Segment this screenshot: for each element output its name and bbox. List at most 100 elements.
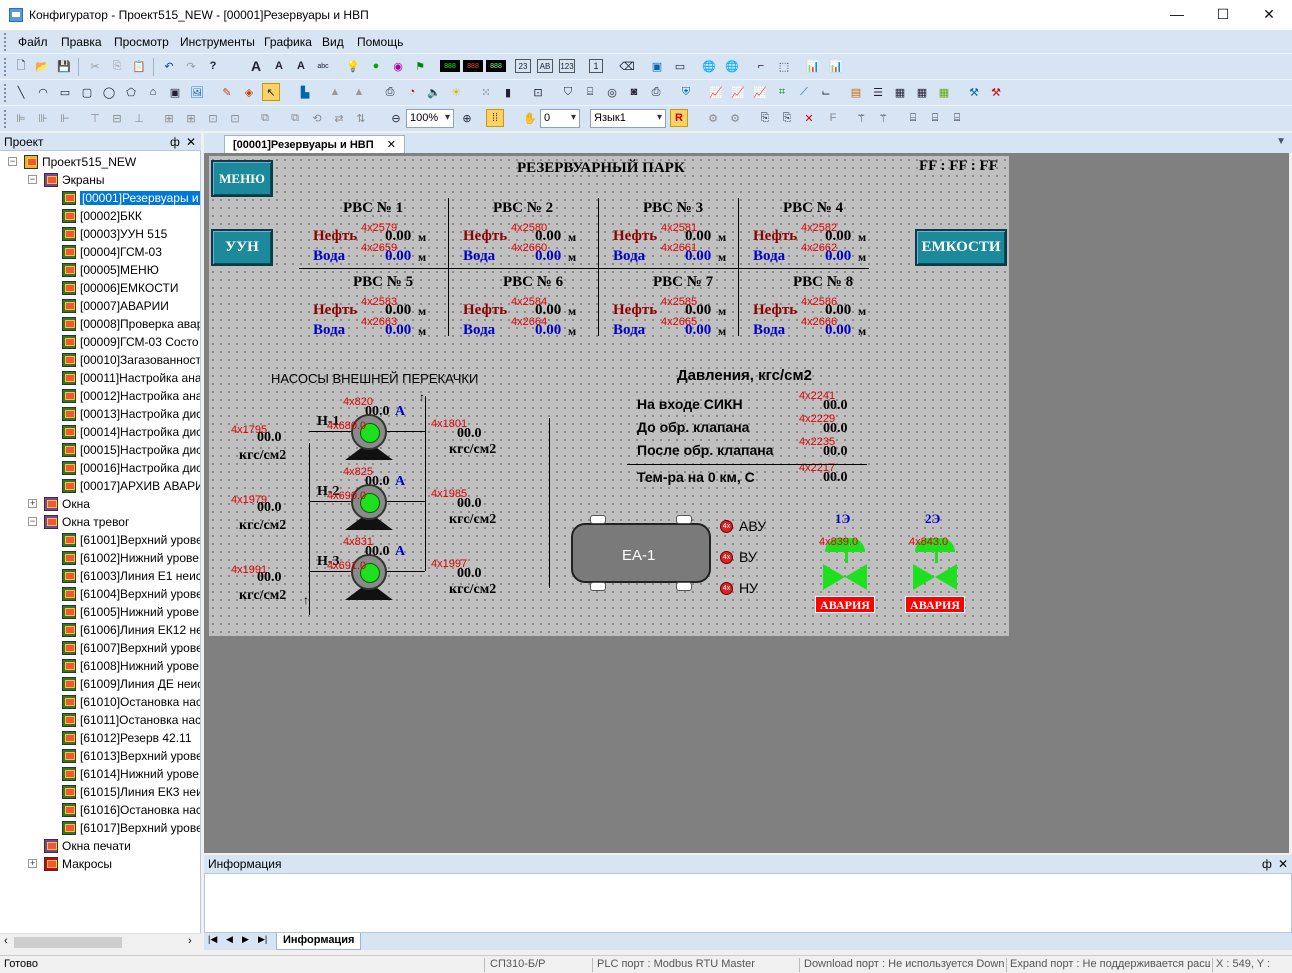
step-chart-icon[interactable]: ⌙ — [817, 83, 835, 101]
tree-node-macros[interactable]: Макросы — [44, 855, 112, 873]
record-icon[interactable]: ◙ — [625, 83, 643, 101]
scroll-thumb[interactable] — [14, 937, 122, 948]
tree-node-root[interactable]: Проект515_NEW — [24, 153, 136, 171]
tree-node-screen[interactable]: [00006]ЕМКОСТИ — [62, 279, 178, 297]
user-tool2-icon[interactable]: ⚒ — [987, 83, 1005, 101]
redo-icon[interactable]: ↷ — [182, 57, 200, 75]
tree-node-alarm-window[interactable]: [61010]Остановка нас — [62, 693, 200, 711]
menu-window[interactable]: Вид — [322, 35, 344, 49]
triangle-flip-icon[interactable]: ▲ — [350, 83, 368, 101]
plc-icon[interactable]: ⌸ — [904, 109, 922, 127]
pin-icon[interactable]: ф — [170, 135, 180, 149]
menu-help[interactable]: Помощь — [357, 35, 403, 49]
globe-icon[interactable]: 🌐 — [700, 57, 718, 75]
printer-icon[interactable]: ⎙ — [647, 83, 665, 101]
align-center-icon[interactable]: ⊪ — [34, 109, 52, 127]
tree-node-print-windows[interactable]: Окна печати — [44, 837, 131, 855]
tree-node-alarm-window[interactable]: [61011]Остановка нас — [62, 711, 200, 729]
rounded-rect-icon[interactable]: ▢ — [78, 83, 96, 101]
frame-tool-icon[interactable]: ▣ — [166, 83, 184, 101]
font-icon[interactable]: abc — [314, 57, 332, 75]
line-tool-icon[interactable]: ╲ — [12, 83, 30, 101]
tree-node-screen[interactable]: [00002]БКК — [62, 207, 142, 225]
grid-toggle-icon[interactable]: ⁞⁞ — [486, 109, 504, 127]
uun-nav-button[interactable]: УУН — [211, 229, 273, 266]
speaker-icon[interactable]: 🔈 — [425, 83, 443, 101]
tab-list-icon[interactable]: ▼ — [1276, 136, 1286, 147]
editor-canvas[interactable]: РЕЗЕРВУАРНЫЙ ПАРК FF : FF : FF МЕНЮ УУН … — [204, 153, 1289, 853]
plc3-icon[interactable]: ⌸ — [948, 109, 966, 127]
expand-toggle-icon[interactable]: − — [28, 517, 37, 526]
wand-icon[interactable]: ⚚ — [852, 109, 870, 127]
delete-icon[interactable]: ✕ — [800, 109, 818, 127]
open-folder-icon[interactable]: 📂 — [33, 57, 51, 75]
menu-graphics[interactable]: Графика — [264, 35, 312, 49]
run-icon[interactable]: R — [670, 109, 688, 127]
copy-icon[interactable]: ⎘ — [108, 57, 126, 75]
bar-chart2-icon[interactable]: 📊 — [827, 57, 845, 75]
image-tool-icon[interactable]: 🖼 — [188, 83, 206, 101]
tree-node-alarm-window[interactable]: [61012]Резерв 42.11 — [62, 729, 192, 747]
tree-node-alarm-window[interactable]: [61006]Линия ЕК12 не — [62, 621, 200, 639]
align-top-icon[interactable]: ⊤ — [86, 109, 104, 127]
tree-node-alarm-window[interactable]: [61007]Верхний урове — [62, 639, 200, 657]
text-style-icon[interactable]: A — [270, 57, 288, 75]
tree-node-screen[interactable]: [00013]Настройка дис — [62, 405, 200, 423]
bulb-icon[interactable]: 💡 — [344, 57, 362, 75]
menu-nav-button[interactable]: МЕНЮ — [211, 160, 273, 197]
expand-toggle-icon[interactable]: + — [28, 499, 37, 508]
table-grid-icon[interactable]: ▦ — [913, 83, 931, 101]
scroll-right-icon[interactable]: › — [188, 935, 192, 947]
flip-icon[interactable]: ⇄ — [330, 109, 348, 127]
table-green-icon[interactable]: ▦ — [935, 83, 953, 101]
menu-tools[interactable]: Инструменты — [180, 35, 255, 49]
tree-node-screen[interactable]: [00017]АРХИВ АВАРИ — [62, 477, 200, 495]
trend3-icon[interactable]: 📈 — [751, 83, 769, 101]
number-input-icon[interactable]: 23 — [515, 59, 531, 73]
zoom-select[interactable]: 100% — [406, 109, 454, 128]
tree-node-screen[interactable]: [00001]Резервуары и — [62, 189, 200, 207]
order-front-icon[interactable]: ⧉ — [256, 109, 274, 127]
new-file-icon[interactable]: 🗋 — [12, 57, 30, 75]
bucket-icon[interactable]: ▙ — [296, 83, 314, 101]
tree-node-alarm-window[interactable]: [61003]Линия Е1 неис — [62, 567, 200, 585]
flag-icon[interactable]: ⚑ — [411, 57, 429, 75]
ungroup-icon[interactable]: ⊡ — [226, 109, 244, 127]
trend2-icon[interactable]: 📈 — [729, 83, 747, 101]
fill-tool-icon[interactable]: ✎ — [218, 83, 236, 101]
valve-body-left[interactable] — [913, 564, 935, 590]
tree-node-alarm-window[interactable]: [61014]Нижний урове — [62, 765, 199, 783]
print-icon[interactable]: ⎙ — [381, 83, 399, 101]
expand-toggle-icon[interactable]: + — [28, 859, 37, 868]
battery-icon[interactable]: ▮ — [499, 83, 517, 101]
align-middle-icon[interactable]: ⊟ — [108, 109, 126, 127]
undo-icon[interactable]: ↶ — [160, 57, 178, 75]
trend-icon[interactable]: 📈 — [707, 83, 725, 101]
tab-document[interactable]: [00001]Резервуары и НВП ✕ — [224, 135, 405, 153]
display-green-icon[interactable]: 888 — [440, 60, 460, 72]
close-button[interactable]: ✕ — [1246, 0, 1292, 31]
xy-chart-icon[interactable]: ⌗ — [773, 83, 791, 101]
polyline-tool-icon[interactable]: ⌂ — [144, 83, 162, 101]
bar-chart-icon[interactable]: 📊 — [804, 57, 822, 75]
info-pin-icon[interactable]: ф — [1262, 857, 1272, 871]
space-h-icon[interactable]: ⊞ — [160, 109, 178, 127]
globe-link-icon[interactable]: 🌐 — [723, 57, 741, 75]
align-right-icon[interactable]: ⊩ — [56, 109, 74, 127]
tree-node-screen[interactable]: [00011]Настройка ана — [62, 369, 200, 387]
line-chart-icon[interactable]: ⟋ — [795, 83, 813, 101]
step-select[interactable]: 0 — [540, 109, 580, 128]
first-tab-icon[interactable]: |◀ — [208, 934, 217, 945]
tree-node-alarm-window[interactable]: [61001]Верхний урове — [62, 531, 200, 549]
polygon-tool-icon[interactable]: ⬠ — [122, 83, 140, 101]
tree-node-screen[interactable]: [00015]Настройка дис — [62, 441, 200, 459]
tree-node-alarm-window[interactable]: [61002]Нижний урове — [62, 549, 199, 567]
menu-view[interactable]: Просмотр — [114, 35, 169, 49]
tree-node-screens[interactable]: Экраны — [44, 171, 104, 189]
tab-information[interactable]: Информация — [276, 933, 362, 950]
zoom-in-icon[interactable]: ⊕ — [458, 109, 476, 127]
scroll-left-icon[interactable]: ‹ — [4, 935, 8, 947]
rect-tool-icon[interactable]: ▭ — [56, 83, 74, 101]
numeric-field-icon[interactable]: 123 — [559, 59, 575, 73]
tree-node-screen[interactable]: [00003]УУН 515 — [62, 225, 167, 243]
